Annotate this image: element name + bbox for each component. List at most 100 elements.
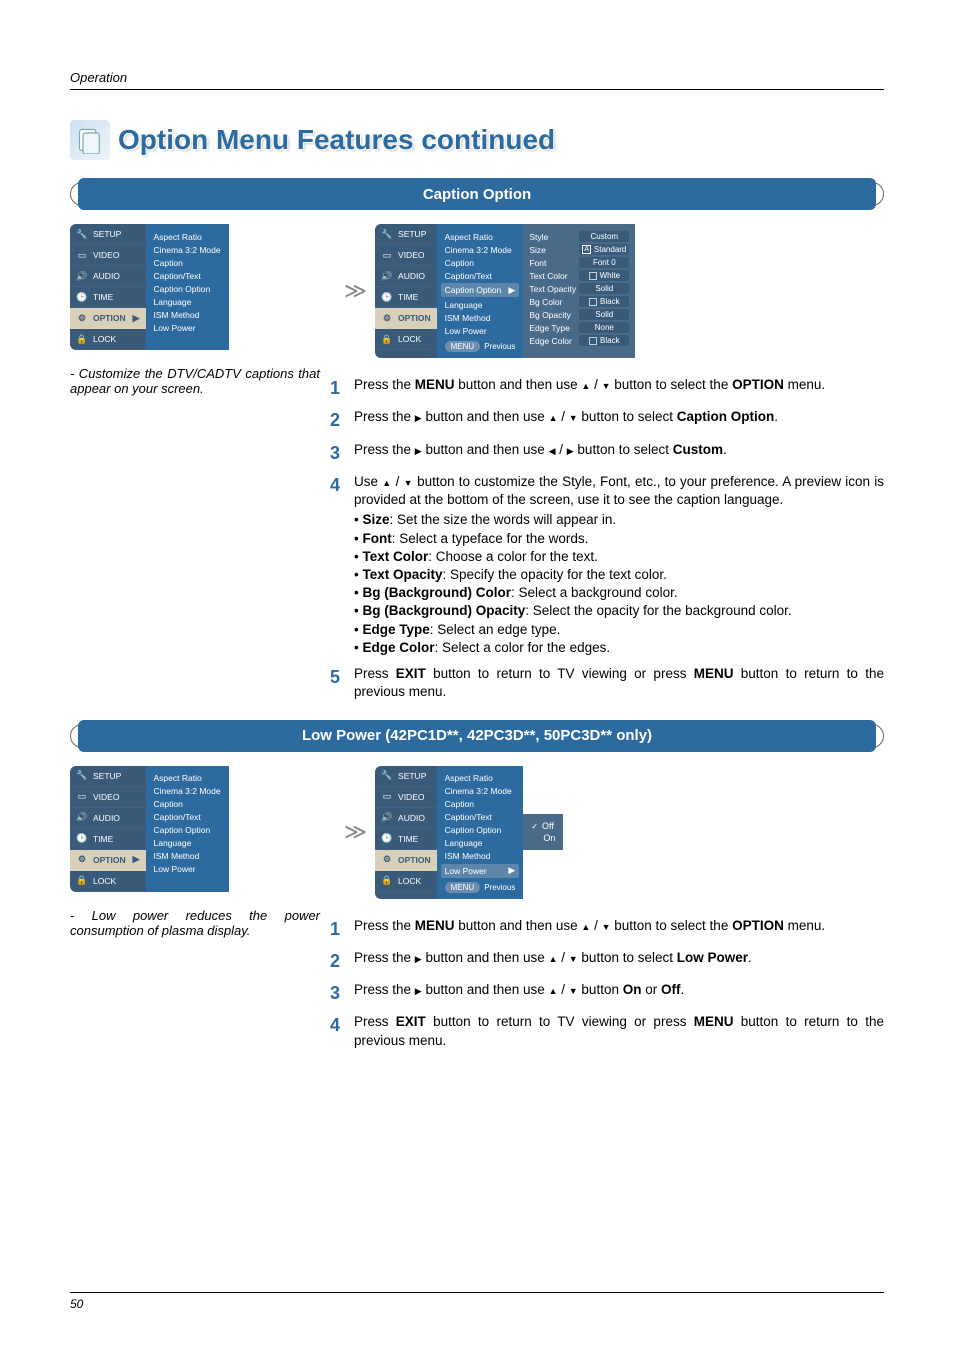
down-arrow-icon — [602, 377, 611, 392]
style-panel: StyleCustom SizeAStandard FontFont 0 Tex… — [523, 224, 635, 358]
nav-setup: 🔧SETUP — [375, 766, 437, 787]
chevron-right-icon — [133, 854, 140, 865]
step-2: 2 Press the button and then use / button… — [330, 408, 884, 432]
tools-icon: 🔧 — [381, 228, 393, 240]
opt-aspect: Aspect Ratio — [154, 772, 221, 785]
nav-setup: 🔧SETUP — [375, 224, 437, 245]
step-4: 4 Use / button to customize the Style, F… — [330, 473, 884, 657]
nav-lock: 🔒LOCK — [375, 871, 437, 892]
section-label: Operation — [70, 70, 884, 85]
title-icon — [70, 120, 110, 160]
nav-option: ⚙OPTION — [375, 850, 437, 871]
nav-lock: 🔒LOCK — [70, 871, 146, 892]
speaker-icon: 🔊 — [76, 270, 88, 282]
opt-captiontext: Caption/Text — [445, 811, 516, 824]
down-arrow-icon — [404, 474, 413, 489]
opt-language: Language — [154, 295, 221, 308]
lock-icon: 🔒 — [76, 333, 88, 345]
color-swatch-icon — [589, 272, 597, 280]
clock-icon: 🕒 — [381, 291, 393, 303]
right-arrow-icon — [567, 442, 574, 457]
lock-icon: 🔒 — [76, 875, 88, 887]
nav-option: ⚙OPTION — [70, 850, 146, 871]
opt-cinema: Cinema 3:2 Mode — [445, 785, 516, 798]
opt-lowpower-hl: Low Power — [441, 864, 520, 878]
opt-lowpower: Low Power — [445, 324, 516, 337]
bullet-list: Size: Set the size the words will appear… — [354, 511, 884, 657]
lowpower-note: - Low power reduces the power consumptio… — [70, 908, 320, 938]
gear-icon: ⚙ — [381, 854, 393, 866]
page-number: 50 — [70, 1297, 83, 1311]
page-title: Option Menu Features continued — [118, 124, 555, 156]
down-arrow-icon — [602, 918, 611, 933]
lp-step-2: 2 Press the button and then use / button… — [330, 949, 884, 973]
nav-audio: 🔊AUDIO — [375, 808, 437, 829]
lock-icon: 🔒 — [381, 875, 393, 887]
opt-ism: ISM Method — [154, 850, 221, 863]
nav-setup: 🔧SETUP — [70, 766, 146, 787]
speaker-icon: 🔊 — [381, 270, 393, 282]
right-arrow-icon — [415, 950, 422, 965]
opt-aspect: Aspect Ratio — [445, 772, 516, 785]
nav-video: ▭VIDEO — [375, 787, 437, 808]
color-swatch-icon — [589, 298, 597, 306]
nav-setup: 🔧SETUP — [70, 224, 146, 245]
nav-time: 🕒TIME — [375, 287, 437, 308]
nav-video: ▭VIDEO — [375, 245, 437, 266]
monitor-icon: ▭ — [381, 249, 393, 261]
chevron-right-icon — [133, 313, 140, 324]
check-icon: ✓ — [531, 822, 538, 831]
caption-option-banner-label: Caption Option — [78, 178, 876, 210]
up-arrow-icon — [581, 377, 590, 392]
tools-icon: 🔧 — [381, 770, 393, 782]
nav-option: ⚙OPTION — [70, 308, 146, 329]
nav-time: 🕒TIME — [70, 287, 146, 308]
opt-captionoption: Caption Option — [154, 282, 221, 295]
opt-caption: Caption — [445, 256, 516, 269]
step-5: 5 Press EXIT button to return to TV view… — [330, 665, 884, 701]
menu-pill: MENU — [445, 341, 481, 352]
step-3: 3 Press the button and then use / button… — [330, 441, 884, 465]
monitor-icon: ▭ — [76, 249, 88, 261]
tools-icon: 🔧 — [76, 228, 88, 240]
nav-time: 🕒TIME — [70, 829, 146, 850]
step-1: 1 Press the MENU button and then use / b… — [330, 376, 884, 400]
chevron-right-icon — [508, 865, 515, 876]
opt-lowpower: Low Power — [154, 863, 221, 876]
previous-label: Previous — [484, 342, 515, 351]
monitor-icon: ▭ — [76, 791, 88, 803]
opt-cinema: Cinema 3:2 Mode — [154, 243, 221, 256]
opt-language: Language — [154, 837, 221, 850]
gear-icon: ⚙ — [76, 312, 88, 324]
nav-option: ⚙OPTION — [375, 308, 437, 329]
menu-prev-bar: MENU Previous — [445, 341, 516, 352]
up-arrow-icon — [549, 409, 558, 424]
up-arrow-icon — [549, 950, 558, 965]
speaker-icon: 🔊 — [76, 812, 88, 824]
opt-language: Language — [445, 837, 516, 850]
header-rule — [70, 89, 884, 90]
nav-lock: 🔒LOCK — [70, 329, 146, 350]
osd-menu-right-1: 🔧SETUP ▭VIDEO 🔊AUDIO 🕒TIME ⚙OPTION 🔒LOCK… — [375, 224, 635, 358]
down-arrow-icon — [569, 409, 578, 424]
right-arrow-icon — [415, 442, 422, 457]
gear-icon: ⚙ — [381, 312, 393, 324]
monitor-icon: ▭ — [381, 791, 393, 803]
menu-prev-bar: MENU Previous — [445, 882, 516, 893]
opt-ism: ISM Method — [154, 308, 221, 321]
opt-captionoption: Caption Option — [154, 824, 221, 837]
opt-lowpower: Low Power — [154, 321, 221, 334]
gear-icon: ⚙ — [76, 854, 88, 866]
left-arrow-icon — [549, 442, 556, 457]
nav-lock: 🔒LOCK — [375, 329, 437, 350]
nav-audio: 🔊AUDIO — [70, 808, 146, 829]
opt-aspect: Aspect Ratio — [445, 230, 516, 243]
lp-step-3: 3 Press the button and then use / button… — [330, 981, 884, 1005]
tools-icon: 🔧 — [76, 770, 88, 782]
opt-caption: Caption — [445, 798, 516, 811]
up-arrow-icon — [581, 918, 590, 933]
nav-audio: 🔊AUDIO — [70, 266, 146, 287]
opt-captiontext: Caption/Text — [154, 269, 221, 282]
nav-audio: 🔊AUDIO — [375, 266, 437, 287]
caption-note: - Customize the DTV/CADTV captions that … — [70, 366, 320, 396]
